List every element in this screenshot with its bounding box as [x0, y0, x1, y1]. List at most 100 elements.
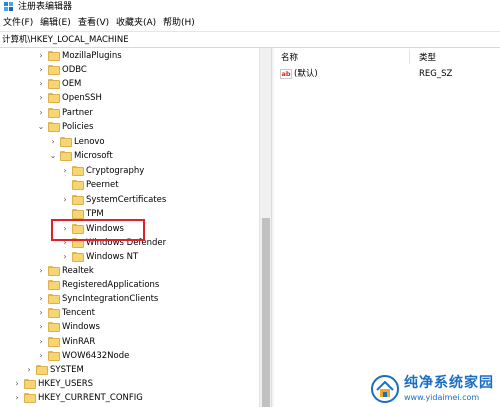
- chevron-right-icon[interactable]: ›: [36, 92, 46, 104]
- folder-icon: [24, 379, 36, 389]
- tree-item-label: SystemCertificates: [86, 195, 167, 205]
- house-logo-icon: [371, 375, 399, 403]
- menu-help[interactable]: 帮助(H): [163, 17, 195, 29]
- window-title: 注册表编辑器: [18, 2, 73, 12]
- tree-scrollbar[interactable]: [259, 48, 271, 407]
- folder-icon: [48, 108, 60, 118]
- folder-icon: [48, 65, 60, 75]
- title-bar: 注册表编辑器: [0, 0, 500, 15]
- chevron-right-icon[interactable]: ›: [60, 165, 70, 177]
- watermark-title: 纯净系统家园: [404, 375, 494, 391]
- tree-item-label: Policies: [62, 122, 94, 132]
- chevron-right-icon[interactable]: ›: [12, 392, 22, 404]
- value-row-default[interactable]: ab (默认) REG_SZ: [274, 67, 500, 81]
- chevron-right-icon[interactable]: ›: [60, 237, 70, 249]
- values-pane[interactable]: 名称 类型 ab (默认) REG_SZ: [274, 48, 500, 407]
- value-type: REG_SZ: [419, 69, 453, 79]
- folder-icon: [72, 252, 84, 262]
- chevron-placeholder: [60, 179, 70, 191]
- folder-icon: [48, 93, 60, 103]
- folder-icon: [48, 266, 60, 276]
- menu-bar: 文件(F) 编辑(E) 查看(V) 收藏夹(A) 帮助(H): [0, 15, 500, 31]
- tree-item-label: Lenovo: [74, 137, 105, 147]
- folder-icon: [48, 308, 60, 318]
- tree-item-label: Peernet: [86, 180, 119, 190]
- chevron-placeholder: [36, 279, 46, 291]
- folder-icon: [72, 166, 84, 176]
- address-path[interactable]: 计算机\HKEY_LOCAL_MACHINE: [2, 34, 129, 46]
- folder-icon: [48, 337, 60, 347]
- folder-icon: [48, 294, 60, 304]
- tree-item-label: SYSTEM: [50, 365, 84, 375]
- folder-icon: [72, 195, 84, 205]
- regedit-icon: [4, 2, 13, 11]
- tree-item-label: HKEY_USERS: [38, 379, 94, 389]
- watermark: 纯净系统家园 www.yidaimei.com: [368, 372, 500, 407]
- folder-icon: [72, 180, 84, 190]
- chevron-right-icon[interactable]: ›: [60, 251, 70, 263]
- tree-item-label: ODBC: [62, 65, 87, 75]
- chevron-right-icon[interactable]: ›: [36, 350, 46, 362]
- chevron-right-icon[interactable]: ›: [60, 194, 70, 206]
- chevron-right-icon[interactable]: ›: [36, 336, 46, 348]
- folder-icon: [72, 238, 84, 248]
- menu-file[interactable]: 文件(F): [3, 17, 33, 29]
- folder-icon: [48, 122, 60, 132]
- chevron-right-icon[interactable]: ›: [36, 293, 46, 305]
- chevron-right-icon[interactable]: ›: [36, 307, 46, 319]
- tree-item-label: SyncIntegrationClients: [62, 294, 159, 304]
- folder-icon: [48, 280, 60, 290]
- chevron-right-icon[interactable]: ›: [36, 64, 46, 76]
- chevron-down-icon[interactable]: ⌄: [36, 121, 46, 133]
- tree-item-label: TPM: [86, 209, 104, 219]
- tree-item-label: Cryptography: [86, 166, 145, 176]
- tree-item-label: Microsoft: [74, 151, 113, 161]
- tree-item-label: WinRAR: [62, 337, 96, 347]
- value-name: (默认): [294, 69, 318, 79]
- chevron-right-icon[interactable]: ›: [24, 364, 34, 376]
- chevron-down-icon[interactable]: ⌄: [48, 150, 58, 162]
- folder-icon: [36, 365, 48, 375]
- folder-icon: [72, 224, 84, 234]
- tree-item-label: WOW6432Node: [62, 351, 130, 361]
- menu-view[interactable]: 查看(V): [78, 17, 109, 29]
- chevron-right-icon[interactable]: ›: [36, 321, 46, 333]
- folder-icon: [72, 209, 84, 219]
- scrollbar-thumb[interactable]: [262, 218, 270, 407]
- chevron-right-icon[interactable]: ›: [12, 378, 22, 390]
- folder-icon: [48, 79, 60, 89]
- folder-icon: [48, 351, 60, 361]
- tree-item-label: HKEY_CURRENT_CONFIG: [38, 393, 143, 403]
- tree-item-label: RegisteredApplications: [62, 280, 160, 290]
- tree-item-label: Windows: [62, 322, 100, 332]
- folder-icon: [24, 393, 36, 403]
- tree-item-label: Realtek: [62, 266, 94, 276]
- tree-item-label: Windows: [86, 224, 124, 234]
- column-header-type[interactable]: 类型: [419, 52, 436, 64]
- chevron-right-icon[interactable]: ›: [36, 107, 46, 119]
- tree-item-label: OpenSSH: [62, 93, 102, 103]
- column-divider[interactable]: [409, 50, 410, 64]
- menu-favorites[interactable]: 收藏夹(A): [116, 17, 156, 29]
- chevron-right-icon[interactable]: ›: [48, 136, 58, 148]
- chevron-right-icon[interactable]: ›: [36, 78, 46, 90]
- tree-item-label: Tencent: [62, 308, 95, 318]
- menu-edit[interactable]: 编辑(E): [40, 17, 71, 29]
- string-value-icon: ab: [280, 69, 292, 79]
- tree-item-label: OEM: [62, 79, 82, 89]
- column-header-name[interactable]: 名称: [281, 52, 298, 64]
- tree-pane[interactable]: › MozillaPlugins › ODBC › OEM › OpenSSH …: [0, 48, 271, 407]
- chevron-right-icon[interactable]: ›: [60, 223, 70, 235]
- tree-item-label: Windows NT: [86, 252, 139, 262]
- tree-item-label: Partner: [62, 108, 93, 118]
- folder-icon: [48, 51, 60, 61]
- tree-item-label: Windows Defender: [86, 238, 167, 248]
- watermark-url: www.yidaimei.com: [404, 393, 480, 402]
- tree-item-label: MozillaPlugins: [62, 51, 122, 61]
- chevron-placeholder: [60, 208, 70, 220]
- folder-icon: [60, 151, 72, 161]
- address-bar[interactable]: 计算机\HKEY_LOCAL_MACHINE: [0, 31, 500, 48]
- chevron-right-icon[interactable]: ›: [36, 265, 46, 277]
- folder-icon: [48, 322, 60, 332]
- chevron-right-icon[interactable]: ›: [36, 50, 46, 62]
